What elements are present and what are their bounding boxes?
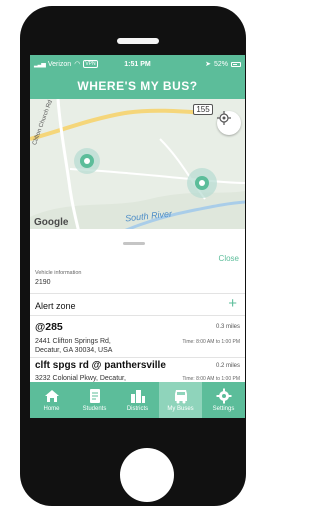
add-alert-zone-button[interactable]: +	[228, 296, 237, 311]
wifi-icon: ◠	[74, 61, 81, 68]
app-screen: ▂▃▅ Verizon ◠ VPN 1:51 PM ➤ 52% WHERE'S …	[30, 55, 245, 418]
alert-zone-title: Alert zone	[35, 301, 76, 311]
locate-button[interactable]	[217, 111, 241, 135]
plus-icon: +	[228, 295, 237, 312]
location-arrow-icon: ➤	[205, 61, 211, 68]
home-icon	[44, 390, 59, 402]
stop-distance: 0.2 miles	[215, 363, 240, 369]
bottom-tab-bar: Home Students Districts My Buses Setting…	[30, 382, 245, 418]
tab-settings[interactable]: Settings	[202, 382, 245, 418]
tab-home[interactable]: Home	[30, 382, 73, 418]
vpn-badge: VPN	[83, 60, 98, 68]
gear-icon	[216, 388, 231, 404]
carrier-label: Verizon	[47, 60, 72, 68]
divider	[30, 293, 245, 294]
status-bar: ▂▃▅ Verizon ◠ VPN 1:51 PM ➤ 52%	[30, 55, 245, 73]
signal-icon: ▂▃▅	[34, 61, 46, 68]
stop-address: 2441 Clifton Springs Rd,	[35, 338, 111, 345]
crosshair-icon	[217, 111, 231, 125]
tab-label: My Buses	[167, 406, 194, 412]
close-button[interactable]: Close	[219, 254, 239, 263]
home-button[interactable]	[120, 448, 174, 502]
google-logo: Google	[34, 217, 69, 228]
route-shield: 155	[193, 104, 213, 115]
tab-my-buses[interactable]: My Buses	[159, 382, 202, 418]
battery-percent: 52%	[213, 60, 228, 68]
students-icon	[89, 389, 100, 403]
tab-label: Home	[43, 406, 60, 412]
bus-icon	[174, 390, 187, 404]
stop-address: Decatur, GA 30034, USA	[35, 347, 113, 354]
stop-time: Time: 8:00 AM to 1:00 PM	[182, 339, 240, 345]
battery-icon	[231, 61, 241, 67]
districts-icon	[130, 390, 145, 403]
tab-districts[interactable]: Districts	[116, 382, 159, 418]
stop-name: @285	[35, 321, 63, 333]
vehicle-id: 2190	[35, 279, 51, 286]
stop-distance: 0.3 miles	[215, 324, 240, 330]
tab-label: Settings	[212, 406, 235, 412]
page-title: WHERE'S MY BUS?	[30, 73, 245, 99]
vehicle-info-label: Vehicle information	[35, 270, 82, 276]
tab-label: Students	[82, 406, 107, 412]
divider	[30, 315, 245, 316]
bus-map[interactable]: Clifton Church Rd SE 155 South River Goo…	[30, 99, 245, 229]
stop-name: clft spgs rd @ panthersville	[35, 360, 166, 371]
bus-details-sheet: Close Vehicle information 2190 Alert zon…	[30, 239, 245, 382]
phone-speaker	[117, 38, 159, 44]
drag-handle[interactable]	[123, 242, 145, 245]
map-canvas	[30, 99, 245, 229]
tab-students[interactable]: Students	[73, 382, 116, 418]
divider	[30, 357, 245, 358]
status-time: 1:51 PM	[124, 60, 151, 68]
tab-label: Districts	[126, 406, 149, 412]
